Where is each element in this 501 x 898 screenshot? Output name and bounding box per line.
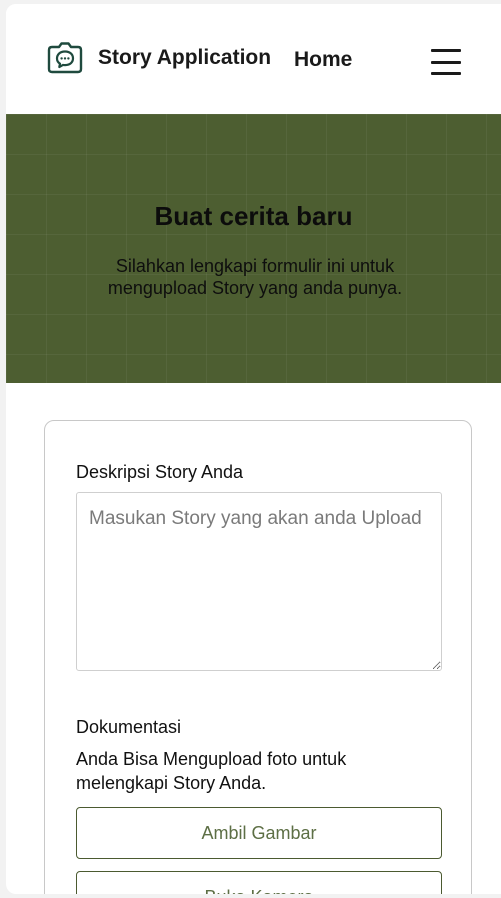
app-frame: Story Application Home Buat cerita baru … <box>6 4 501 894</box>
hero-title: Buat cerita baru <box>154 201 353 231</box>
camera-chat-icon <box>47 42 83 74</box>
description-label: Deskripsi Story Anda <box>76 462 244 482</box>
documentation-label: Dokumentasi <box>76 717 182 737</box>
menu-bar <box>431 72 461 75</box>
brand[interactable]: Story Application <box>47 42 271 74</box>
open-camera-button[interactable]: Buka Kamera <box>76 871 442 894</box>
hero-banner: Buat cerita baru Silahkan lengkapi formu… <box>6 114 501 383</box>
new-story-form: Deskripsi Story Anda Dokumentasi Anda Bi… <box>44 420 472 894</box>
description-textarea[interactable] <box>76 492 442 671</box>
hero-background-pattern <box>6 114 501 383</box>
nav-home-link[interactable]: Home <box>294 48 352 72</box>
hero-subtitle: Silahkan lengkapi formulir ini untuk men… <box>107 256 403 298</box>
menu-bar <box>431 60 461 64</box>
menu-bar <box>431 49 461 52</box>
hamburger-menu-icon[interactable] <box>430 46 462 78</box>
app-title: Story Application <box>98 46 272 69</box>
take-photo-button[interactable]: Ambil Gambar <box>76 807 442 859</box>
site-header: Story Application Home <box>6 4 501 114</box>
documentation-help-text: Anda Bisa Mengupload foto untuk melengka… <box>76 749 347 793</box>
